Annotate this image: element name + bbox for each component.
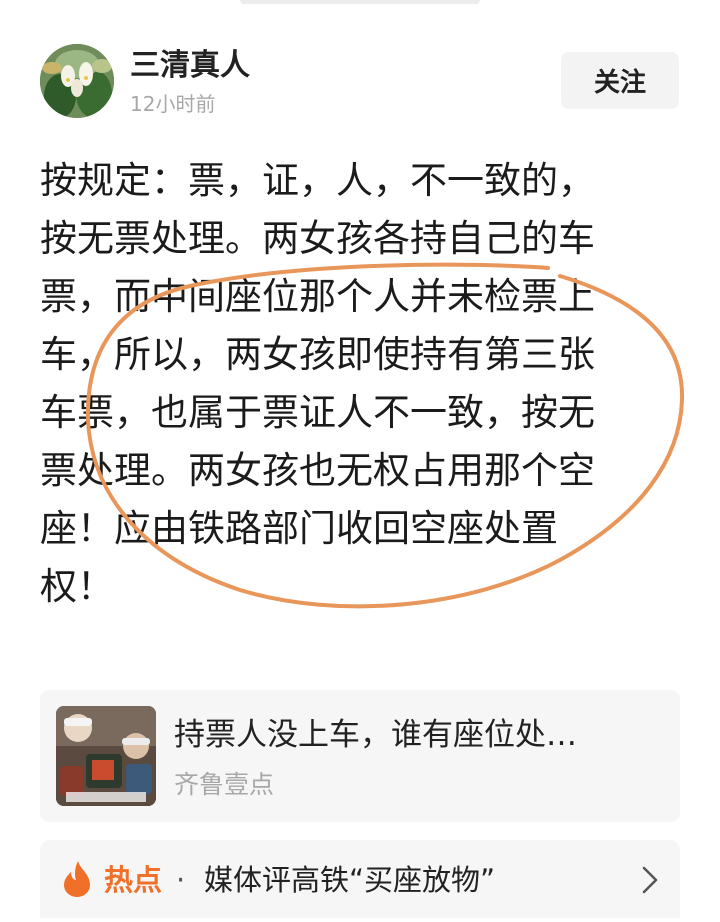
flame-icon [64, 861, 90, 897]
post-line: 按无票处理。两女孩各持自己的车 [40, 217, 595, 260]
post-page: 三清真人 12小时前 关注 按规定：票，证，人，不一致的， 按无票处理。两女孩各… [0, 0, 720, 922]
hot-topic-bar[interactable]: 热点 · 媒体评高铁“买座放物” [40, 840, 680, 918]
news-thumbnail [56, 706, 156, 806]
hot-topic-text: 媒体评高铁“买座放物” [204, 863, 496, 897]
hot-separator: · [176, 863, 186, 897]
top-divider [240, 0, 480, 4]
post-line: 车票，也属于票证人不一致，按无 [40, 391, 595, 434]
author-avatar[interactable] [40, 44, 114, 118]
post-body: 按规定：票，证，人，不一致的， 按无票处理。两女孩各持自己的车 票，而中间座位那… [40, 152, 690, 616]
news-thumbnail-image [56, 706, 156, 806]
news-source: 齐鲁壹点 [174, 770, 275, 799]
post-line: 车，所以，两女孩即使持有第三张 [40, 333, 595, 376]
post-line: 票处理。两女孩也无权占用那个空 [40, 449, 595, 492]
follow-button[interactable]: 关注 [561, 52, 679, 109]
post-line: 票，而中间座位那个人并未检票上 [40, 275, 595, 318]
related-news-card[interactable]: 持票人没上车，谁有座位处… 齐鲁壹点 [40, 690, 680, 822]
post-line: 按规定：票，证，人，不一致的， [40, 159, 595, 202]
post-timestamp: 12小时前 [130, 92, 216, 116]
author-name[interactable]: 三清真人 [130, 46, 250, 86]
post-line: 权！ [40, 565, 114, 608]
avatar-plant-image [40, 44, 114, 118]
hot-label: 热点 [104, 863, 163, 897]
news-title: 持票人没上车，谁有座位处… [174, 717, 577, 753]
chevron-right-icon [642, 866, 658, 894]
post-line: 座！应由铁路部门收回空座处置 [40, 507, 558, 550]
